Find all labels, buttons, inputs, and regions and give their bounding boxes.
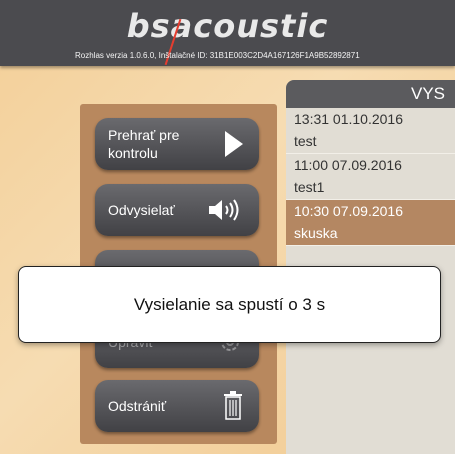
list-item-datetime: 13:31 01.10.2016 bbox=[294, 111, 403, 127]
list-item-datetime: 11:00 07.09.2016 bbox=[294, 157, 402, 173]
brand-logo: bsacoustic bbox=[126, 7, 329, 45]
countdown-message: Vysielanie sa spustí o 3 s bbox=[133, 295, 326, 314]
delete-button[interactable]: Odstrániť bbox=[95, 380, 259, 432]
delete-label: Odstrániť bbox=[108, 398, 167, 414]
list-item-datetime: 10:30 07.09.2016 bbox=[294, 203, 403, 219]
version-info: Rozhlas verzia 1.0.6.0, Inštalačné ID: 3… bbox=[75, 51, 360, 60]
list-item[interactable]: 11:00 07.09.2016 test1 bbox=[286, 154, 455, 200]
list-header: VYS bbox=[286, 80, 455, 108]
countdown-dialog: Vysielanie sa spustí o 3 s bbox=[18, 266, 441, 343]
list-item-name: skuska bbox=[294, 225, 338, 241]
play-preview-label: Prehrať pre kontrolu bbox=[108, 127, 180, 161]
play-icon bbox=[225, 131, 243, 160]
play-preview-button[interactable]: Prehrať pre kontrolu bbox=[95, 118, 259, 170]
list-item-selected[interactable]: 10:30 07.09.2016 skuska bbox=[286, 200, 455, 246]
list-item-name: test bbox=[294, 133, 317, 149]
trash-icon bbox=[223, 391, 243, 424]
speaker-icon bbox=[209, 198, 243, 225]
app-header: bsacoustic Rozhlas verzia 1.0.6.0, Inšta… bbox=[0, 0, 455, 66]
list-item-name: test1 bbox=[294, 179, 325, 195]
broadcast-button[interactable]: Odvysielať bbox=[95, 184, 259, 236]
list-item[interactable]: 13:31 01.10.2016 test bbox=[286, 108, 455, 154]
broadcast-label: Odvysielať bbox=[108, 202, 175, 218]
